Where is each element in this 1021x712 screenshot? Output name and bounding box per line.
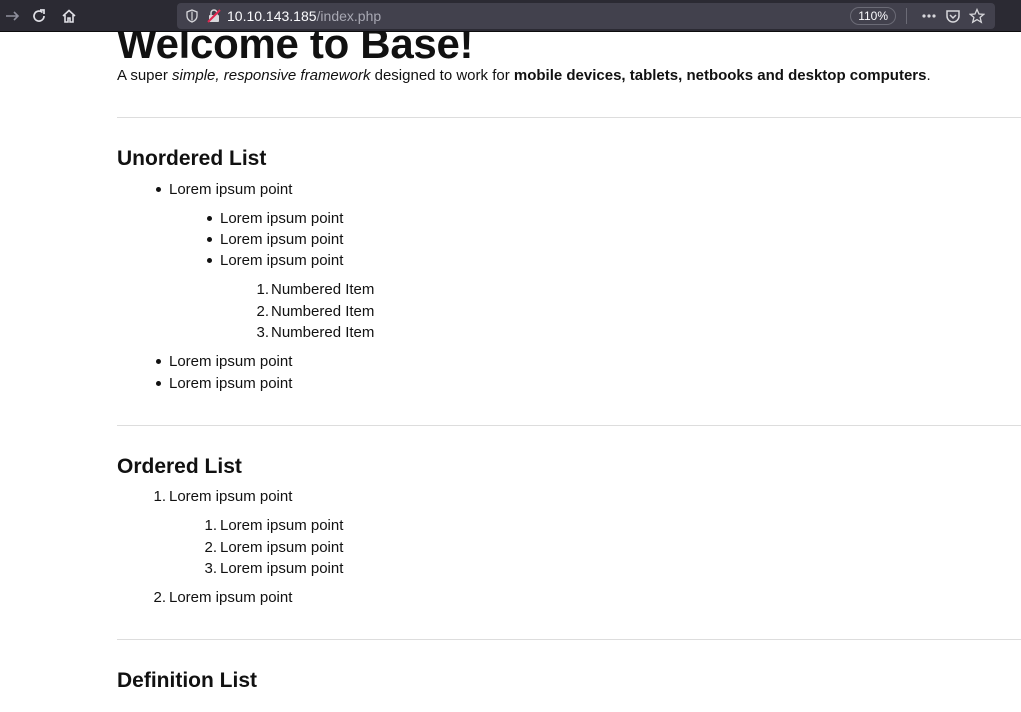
lead-paragraph: A super simple, responsive framework des… [117,66,931,86]
list-item: Lorem ipsum point [169,181,293,198]
lead-emphasis: simple, responsive framework [172,67,371,84]
list-number: 1. [204,517,217,534]
list-item: Lorem ipsum point [220,252,344,269]
reload-icon[interactable] [26,3,52,29]
lead-text-3: . [926,67,931,84]
list-bullet [156,359,161,364]
pocket-icon[interactable] [941,4,965,28]
list-number: 3. [256,324,269,341]
list-item: Numbered Item [271,303,375,320]
zoom-level-badge[interactable]: 110% [850,7,896,25]
list-bullet [207,216,212,221]
list-item: Lorem ipsum point [220,560,344,577]
lead-strong: mobile devices, tablets, netbooks and de… [513,67,927,84]
list-item: Lorem ipsum point [169,353,293,370]
definition-list-heading: Definition List [117,669,257,692]
list-item: Numbered Item [271,324,375,341]
divider-3 [117,639,1021,640]
url-host: 10.10.143.185 [227,8,317,24]
url-bar[interactable]: 10.10.143.185/index.php 110% [177,3,995,29]
insecure-lock-icon[interactable] [205,7,223,25]
list-item: Lorem ipsum point [220,539,344,556]
list-number: 3. [204,560,217,577]
list-bullet [156,187,161,192]
lead-text-1: A super [117,67,173,84]
list-number: 2. [204,539,217,556]
list-item: Lorem ipsum point [220,231,344,248]
list-item: Numbered Item [271,281,375,298]
forward-arrow-icon[interactable] [0,3,26,29]
list-item: Lorem ipsum point [169,375,293,392]
home-icon[interactable] [56,3,82,29]
list-item: Lorem ipsum point [220,210,344,227]
list-number: 2. [153,589,166,606]
list-bullet [207,258,212,263]
divider-2 [117,425,1021,426]
list-number: 2. [256,303,269,320]
unordered-list-heading: Unordered List [117,147,267,170]
list-number: 1. [153,488,166,505]
list-item: Lorem ipsum point [169,589,293,606]
divider-1 [117,117,1021,118]
list-item: Lorem ipsum point [169,488,293,505]
browser-toolbar: 10.10.143.185/index.php 110% [0,0,1021,32]
page-title: Welcome to Base! [117,32,474,67]
more-icon[interactable] [917,4,941,28]
url-text[interactable]: 10.10.143.185/index.php [227,8,850,24]
lead-text-2: designed to work for [370,67,514,84]
ordered-list-heading: Ordered List [117,455,242,478]
list-bullet [207,237,212,242]
page-content: Welcome to Base! A super simple, respons… [117,32,1021,712]
list-number: 1. [256,281,269,298]
url-bar-separator [906,8,907,24]
list-bullet [156,381,161,386]
url-path: /index.php [316,8,382,24]
shield-icon[interactable] [183,7,201,25]
list-item: Lorem ipsum point [220,517,344,534]
star-icon[interactable] [965,4,989,28]
